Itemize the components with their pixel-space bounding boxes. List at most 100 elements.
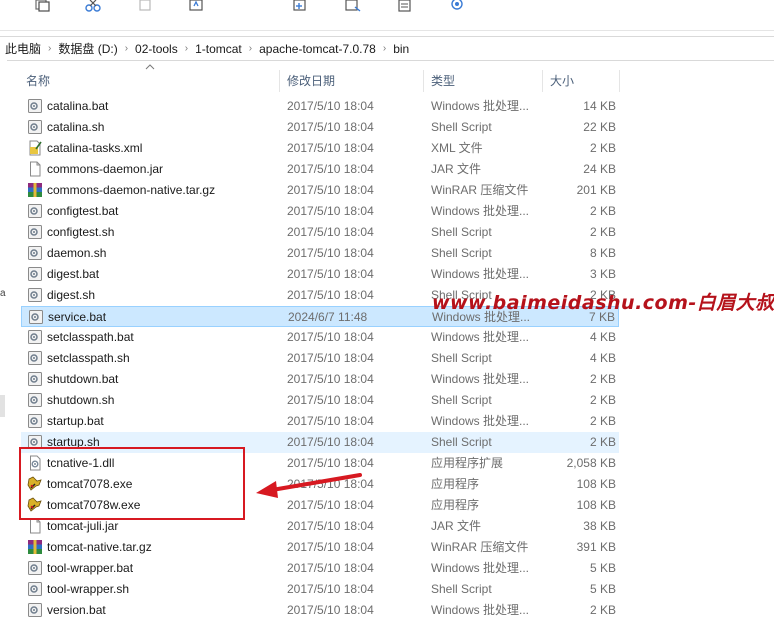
column-size[interactable]: 大小 [550,70,574,92]
file-type: 应用程序 [431,498,480,512]
chevron-right-icon[interactable]: › [48,43,51,54]
bat-file-icon [28,309,44,325]
navigation-pane[interactable]: a [0,60,7,614]
file-row[interactable]: commons-daemon.jar 2017/5/10 18:04 JAR 文件 2… [21,159,619,180]
file-size: 8 KB [589,246,616,260]
file-type: Windows 批处理... [431,99,530,113]
properties-icon[interactable] [396,0,416,14]
bat-file-icon [27,203,43,219]
file-name: digest.bat [47,267,100,281]
move-to-icon[interactable] [188,0,208,14]
paste-icon[interactable] [137,0,157,14]
file-size: 14 KB [583,99,616,113]
file-row[interactable]: catalina.sh 2017/5/10 18:04 Shell Script 22… [21,117,619,138]
address-bar[interactable]: 此电脑 › 数据盘 (D:) › 02-tools › 1-tomcat › a… [0,36,774,61]
file-row[interactable]: configtest.bat 2017/5/10 18:04 Windows 批处理… [21,201,619,222]
file-size: 4 KB [589,351,616,365]
column-divider[interactable] [619,70,620,92]
file-size: 2 KB [589,372,616,386]
file-modified-date: 2017/5/10 18:04 [287,99,374,113]
file-name: configtest.sh [47,225,115,239]
file-row[interactable]: tool-wrapper.bat 2017/5/10 18:04 Windows 批… [21,558,619,579]
file-row[interactable]: setclasspath.sh 2017/5/10 18:04 Shell Scri… [21,348,619,369]
script-file-icon [27,224,43,240]
file-size: 24 KB [583,162,616,176]
file-row[interactable]: catalina-tasks.xml 2017/5/10 18:04 XML 文件 2… [21,138,619,159]
file-row[interactable]: version.bat 2017/5/10 18:04 Windows 批处理...… [21,600,619,621]
chevron-right-icon[interactable]: › [383,43,386,54]
breadcrumb-1-tomcat[interactable]: 1-tomcat [195,42,242,56]
column-divider[interactable] [279,70,280,92]
file-size: 2 KB [589,414,616,428]
copy-icon[interactable] [33,0,53,14]
file-type: Windows 批处理... [431,204,530,218]
file-size: 2 KB [589,204,616,218]
breadcrumb-this-pc[interactable]: 此电脑 [5,40,41,57]
file-modified-date: 2017/5/10 18:04 [287,330,374,344]
file-modified-date: 2017/5/10 18:04 [287,141,374,155]
annotation-highlight-box [19,447,245,520]
column-date[interactable]: 修改日期 [287,70,335,92]
file-row[interactable]: tomcat-native.tar.gz 2017/5/10 18:04 WinRA… [21,537,619,558]
new-item-icon[interactable] [292,0,312,14]
file-name: commons-daemon-native.tar.gz [47,183,216,197]
script-file-icon [27,581,43,597]
easy-access-icon[interactable] [344,0,364,14]
file-name: catalina.bat [47,99,109,113]
breadcrumb-02-tools[interactable]: 02-tools [135,42,178,56]
file-size: 108 KB [576,477,616,491]
file-name: shutdown.sh [47,393,115,407]
file-name: catalina.sh [47,120,105,134]
file-type: Shell Script [431,351,492,365]
file-type: WinRAR 压缩文件 [431,183,529,197]
column-name[interactable]: 名称 [26,70,50,92]
file-type: 应用程序 [431,477,480,491]
bat-file-icon [27,329,43,345]
file-size: 108 KB [576,498,616,512]
file-modified-date: 2017/5/10 18:04 [287,372,374,386]
file-row[interactable]: commons-daemon-native.tar.gz 2017/5/10 18… [21,180,619,201]
file-size: 4 KB [589,330,616,344]
nav-pane-selection [0,395,5,417]
file-name: shutdown.bat [47,372,119,386]
bat-file-icon [27,98,43,114]
column-divider[interactable] [542,70,543,92]
file-row[interactable]: digest.bat 2017/5/10 18:04 Windows 批处理... 3… [21,264,619,285]
script-file-icon [27,119,43,135]
file-modified-date: 2017/5/10 18:04 [287,204,374,218]
chevron-right-icon[interactable]: › [125,43,128,54]
column-type[interactable]: 类型 [431,70,455,92]
file-size: 2 KB [589,435,616,449]
script-file-icon [27,287,43,303]
file-modified-date: 2017/5/10 18:04 [287,162,374,176]
file-row[interactable]: shutdown.bat 2017/5/10 18:04 Windows 批处理..… [21,369,619,390]
file-row[interactable]: configtest.sh 2017/5/10 18:04 Shell Script… [21,222,619,243]
file-type: Shell Script [431,582,492,596]
breadcrumb-data-drive[interactable]: 数据盘 (D:) [58,40,117,57]
chevron-right-icon[interactable]: › [185,43,188,54]
file-type: Windows 批处理... [431,372,530,386]
file-row[interactable]: daemon.sh 2017/5/10 18:04 Shell Script 8 KB [21,243,619,264]
file-type: Shell Script [431,393,492,407]
file-row[interactable]: setclasspath.bat 2017/5/10 18:04 Windows 批… [21,327,619,348]
cut-icon[interactable] [84,0,104,14]
file-modified-date: 2017/5/10 18:04 [287,267,374,281]
file-name: setclasspath.bat [47,330,134,344]
breadcrumb-bin[interactable]: bin [393,42,409,56]
open-icon[interactable] [448,0,468,14]
file-name: digest.sh [47,288,96,302]
file-row[interactable]: startup.bat 2017/5/10 18:04 Windows 批处理...… [21,411,619,432]
file-type: Windows 批处理... [431,267,530,281]
file-type: Windows 批处理... [431,330,530,344]
chevron-right-icon[interactable]: › [249,43,252,54]
file-type: Shell Script [431,435,492,449]
file-row[interactable]: catalina.bat 2017/5/10 18:04 Windows 批处理..… [21,96,619,117]
breadcrumb-apache-tomcat[interactable]: apache-tomcat-7.0.78 [259,42,376,56]
column-divider[interactable] [423,70,424,92]
file-row[interactable]: shutdown.sh 2017/5/10 18:04 Shell Script 2 … [21,390,619,411]
nav-pane-text-fragment: a [0,288,6,299]
bat-file-icon [27,602,43,618]
file-size: 5 KB [589,561,616,575]
file-row[interactable]: tool-wrapper.sh 2017/5/10 18:04 Shell Scri… [21,579,619,600]
file-size: 22 KB [583,120,616,134]
